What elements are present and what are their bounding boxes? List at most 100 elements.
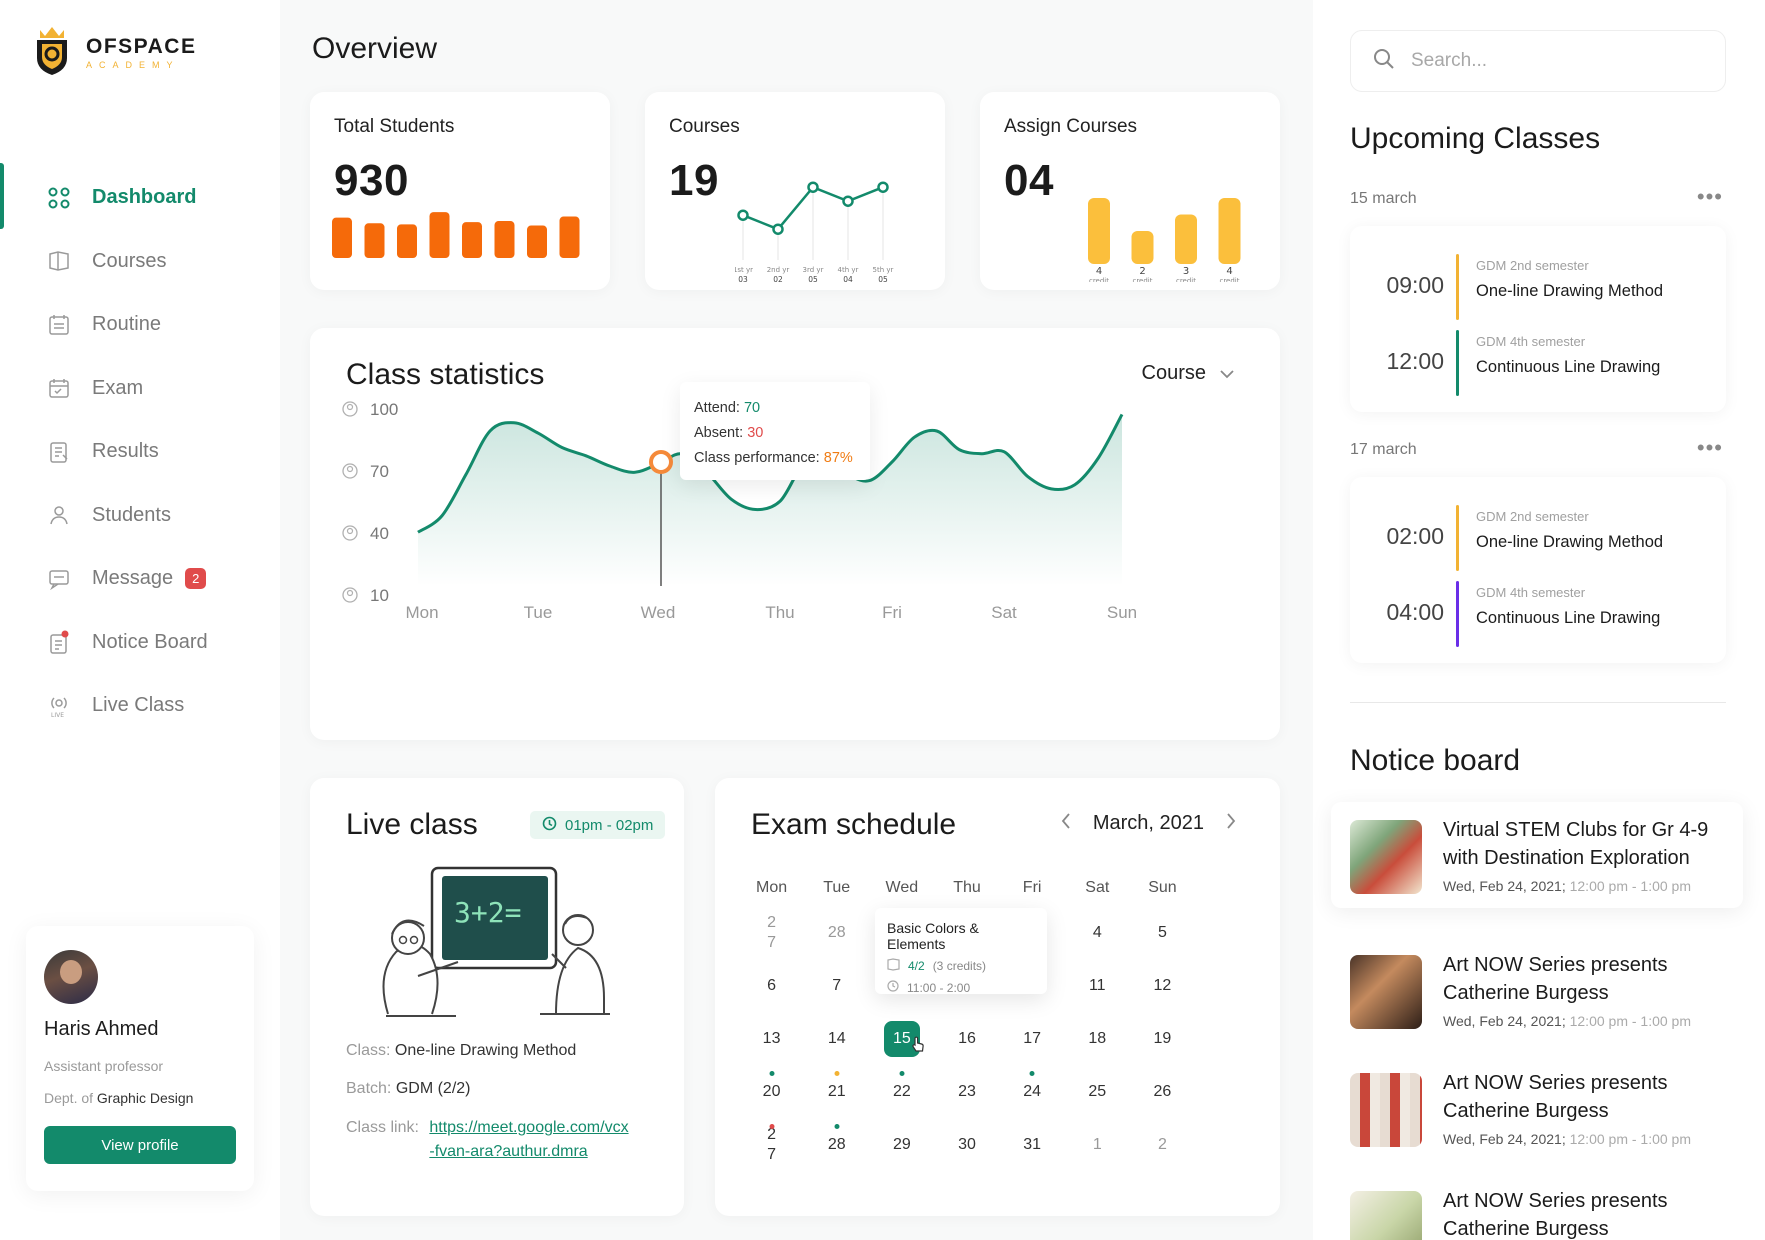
- message-icon: [46, 566, 72, 592]
- calendar-day[interactable]: 2: [1130, 1118, 1195, 1171]
- calendar-week-row: 13 14 15 16 17 18 19: [739, 1012, 1195, 1065]
- brand-sub: ACADEMY: [86, 59, 180, 70]
- upcoming-class-row[interactable]: 04:00 GDM 4th semester Continuous Line D…: [1350, 581, 1726, 647]
- calendar-day[interactable]: 2 7: [739, 906, 804, 959]
- notice-title: Art NOW Series presents Catherine Burges…: [1443, 1190, 1668, 1240]
- calendar-day[interactable]: 24: [1000, 1065, 1065, 1118]
- course-point: [807, 181, 819, 193]
- profile-name: Haris Ahmed: [44, 1018, 159, 1040]
- calendar-day[interactable]: 2 7: [739, 1118, 804, 1171]
- upcoming-class-row[interactable]: 02:00 GDM 2nd semester One-line Drawing …: [1350, 505, 1726, 571]
- calendar-day-number: 14: [827, 1029, 846, 1047]
- y-tick-label: 70: [370, 462, 389, 481]
- calendar-day[interactable]: 25: [1065, 1065, 1130, 1118]
- sidebar-item-dashboard[interactable]: Dashboard: [46, 166, 266, 230]
- sidebar-item-students[interactable]: Students: [46, 484, 266, 548]
- notice-item[interactable]: Virtual STEM Clubs for Gr 4-9 with Desti…: [1331, 802, 1743, 908]
- y-tick-icon: [342, 587, 358, 603]
- calendar-day[interactable]: 18: [1065, 1012, 1130, 1065]
- notice-item[interactable]: Art NOW Series presents Catherine Burges…: [1331, 937, 1743, 1043]
- calendar-day[interactable]: 28: [804, 906, 869, 959]
- svg-text:LIVE: LIVE: [51, 712, 64, 718]
- sidebar-item-notice-board[interactable]: Notice Board: [46, 611, 266, 675]
- total-students-card[interactable]: Total Students 930: [310, 92, 610, 290]
- calendar-day[interactable]: 17: [1000, 1012, 1065, 1065]
- calendar-day[interactable]: 28: [804, 1118, 869, 1171]
- message-count-badge: 2: [185, 568, 207, 590]
- more-options-icon[interactable]: •••: [1697, 184, 1723, 210]
- calendar-day[interactable]: 13: [739, 1012, 804, 1065]
- more-options-icon[interactable]: •••: [1697, 435, 1723, 461]
- view-profile-button[interactable]: View profile: [44, 1126, 236, 1164]
- x-tick-label: Sat: [991, 603, 1017, 622]
- course-year-label: 1st yr: [735, 266, 753, 274]
- chevron-right-icon[interactable]: [1226, 812, 1236, 835]
- notice-date: Wed, Feb 24, 2021; 12:00 pm - 1:00 pm: [1443, 878, 1691, 894]
- main-content: Overview Total Students 930 Courses 19 1…: [280, 0, 1313, 1240]
- sidebar-item-results[interactable]: Results: [46, 420, 266, 484]
- sidebar-item-live-class[interactable]: LIVE Live Class: [46, 674, 266, 738]
- calendar-day[interactable]: 6: [739, 959, 804, 1012]
- sidebar-item-courses[interactable]: Courses: [46, 230, 266, 294]
- event-dot: [834, 1071, 840, 1076]
- calendar-day[interactable]: 7: [804, 959, 869, 1012]
- weekday-label: Sun: [1148, 879, 1177, 896]
- calendar-day[interactable]: 30: [934, 1118, 999, 1171]
- calendar-day[interactable]: 14: [804, 1012, 869, 1065]
- calendar-day[interactable]: 11: [1065, 959, 1130, 1012]
- assign-courses-card[interactable]: Assign Courses 04 4 credit 2 credit 3 credit 4…: [980, 92, 1280, 290]
- live-class-link-line: Class link: https://meet.google.com/vcx …: [346, 1116, 629, 1164]
- calendar-day[interactable]: 26: [1130, 1065, 1195, 1118]
- search-bar[interactable]: [1350, 30, 1726, 92]
- student-bar: [364, 223, 385, 258]
- y-tick-icon-head: [346, 403, 354, 411]
- active-indicator: [0, 163, 4, 229]
- calendar-day[interactable]: 23: [934, 1065, 999, 1118]
- upcoming-class-row[interactable]: 09:00 GDM 2nd semester One-line Drawing …: [1350, 254, 1726, 320]
- upcoming-class-row[interactable]: 12:00 GDM 4th semester Continuous Line D…: [1350, 330, 1726, 396]
- calendar-day[interactable]: 1: [1065, 1118, 1130, 1171]
- assign-bar: [1175, 214, 1197, 264]
- students-bar-chart: [332, 212, 580, 258]
- class-statistics-card: Class statistics Course 100 70 40 10 Mon Tue W…: [310, 328, 1280, 740]
- notice-item[interactable]: Art NOW Series presents Catherine Burges…: [1331, 1173, 1743, 1240]
- avatar: [44, 950, 98, 1004]
- calendar-day[interactable]: 16: [934, 1012, 999, 1065]
- class-value: One-line Drawing Method: [394, 1042, 577, 1059]
- weekday-label: Thu: [953, 879, 981, 896]
- brand-logo[interactable]: OFSPACE ACADEMY: [34, 24, 196, 80]
- calendar-day-number: 1: [1092, 1135, 1102, 1153]
- assign-credit-label: credit: [1132, 277, 1152, 282]
- highlight-point: [649, 450, 673, 474]
- calendar-day[interactable]: 21: [804, 1065, 869, 1118]
- y-tick-icon-head: [346, 589, 354, 597]
- course-year-label: 3rd yr: [803, 266, 824, 274]
- calendar-day[interactable]: 4: [1065, 906, 1130, 959]
- calendar-day[interactable]: 5: [1130, 906, 1195, 959]
- weekday-label: Wed: [885, 879, 919, 896]
- sidebar-item-message[interactable]: Message 2: [46, 547, 266, 611]
- search-input[interactable]: [1411, 50, 1701, 72]
- calendar-day[interactable]: 22: [869, 1065, 934, 1118]
- courses-card[interactable]: Courses 19 1st yr 03 2nd yr 02 3rd yr 05 4th y…: [645, 92, 945, 290]
- class-label: Class:: [346, 1042, 391, 1059]
- calendar-day[interactable]: 19: [1130, 1012, 1195, 1065]
- upcoming-class-card[interactable]: 09:00 GDM 2nd semester One-line Drawing …: [1350, 226, 1726, 412]
- calendar-day[interactable]: 31: [1000, 1118, 1065, 1171]
- calendar-day[interactable]: 12: [1130, 959, 1195, 1012]
- class-name: One-line Drawing Method: [1476, 282, 1664, 300]
- upcoming-class-card[interactable]: 02:00 GDM 2nd semester One-line Drawing …: [1350, 477, 1726, 663]
- sidebar-item-routine[interactable]: Routine: [46, 293, 266, 357]
- sidebar-item-label: Live Class: [92, 694, 185, 717]
- right-panel: Upcoming Classes 15 march ••• 09:00 GDM …: [1313, 0, 1765, 1240]
- course-year-label: 4th yr: [838, 266, 859, 274]
- calendar-day[interactable]: 29: [869, 1118, 934, 1171]
- course-point: [842, 195, 854, 207]
- exam-popup: Basic Colors & Elements 4/2 (3 credits) …: [875, 908, 1047, 995]
- notice-item[interactable]: Art NOW Series presents Catherine Burges…: [1331, 1055, 1743, 1161]
- sidebar-item-exam[interactable]: Exam: [46, 357, 266, 421]
- calendar-day-number: 5: [1157, 923, 1167, 941]
- chevron-left-icon[interactable]: [1061, 812, 1071, 835]
- calendar-day[interactable]: 20: [739, 1065, 804, 1118]
- class-link[interactable]: https://meet.google.com/vcx -fvan-ara?au…: [429, 1116, 628, 1164]
